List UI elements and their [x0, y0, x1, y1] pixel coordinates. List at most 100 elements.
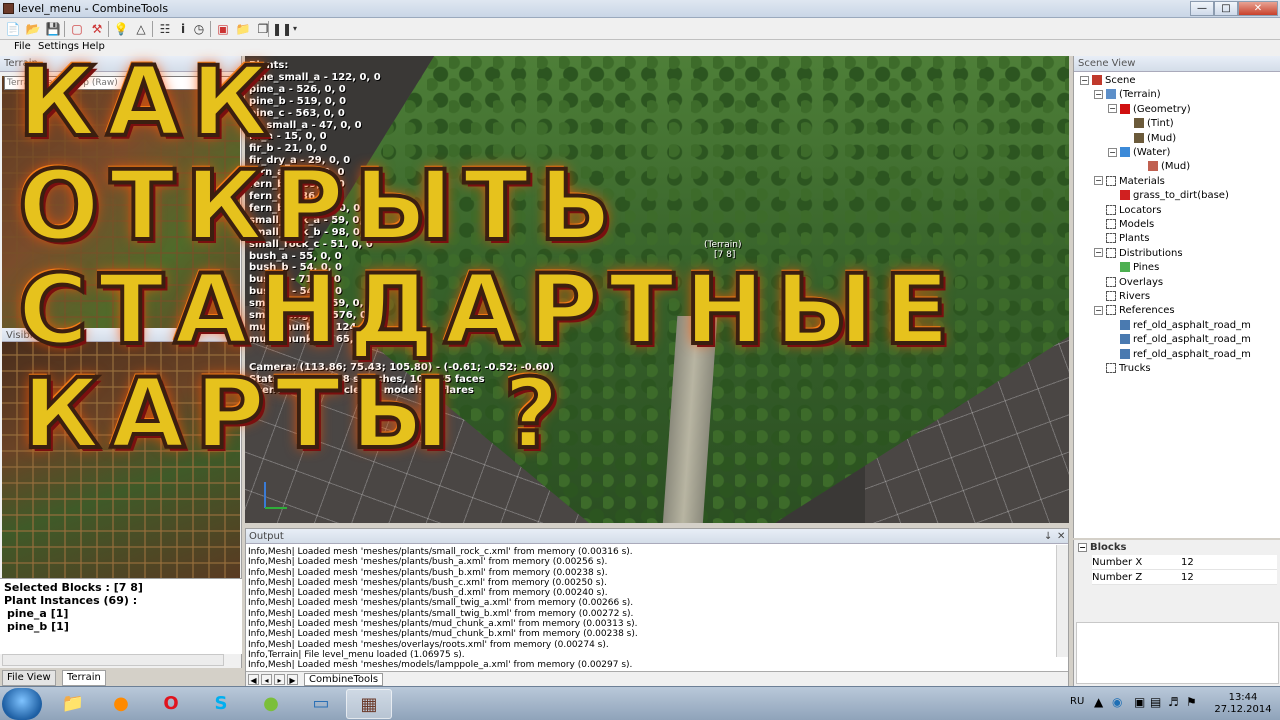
maximize-button[interactable]: □ — [1214, 1, 1238, 16]
folder-icon — [1106, 305, 1116, 316]
opera-icon[interactable]: O — [148, 689, 194, 719]
scene-tree-node[interactable]: Locators — [1094, 204, 1162, 218]
scene-tree-node[interactable]: − (Terrain) — [1094, 88, 1161, 102]
scene-tree-node[interactable]: ref_old_asphalt_road_m — [1108, 348, 1251, 362]
light-bulb-icon[interactable]: 💡 — [112, 20, 130, 38]
scene-tree-node[interactable]: (Mud) — [1122, 132, 1176, 146]
collapse-icon[interactable]: − — [1078, 542, 1087, 552]
scene-tree-node[interactable]: (Tint) — [1122, 117, 1174, 131]
windows-icon[interactable]: ❐ — [254, 20, 272, 38]
prev-tab-icon[interactable]: ◂ — [261, 674, 272, 685]
scene-tree-node[interactable]: Pines — [1108, 261, 1159, 275]
scene-tree-node[interactable]: Overlays — [1094, 276, 1163, 290]
scene-tree-node[interactable]: Models — [1094, 218, 1154, 232]
plant-list-item[interactable]: pine_a [1] — [4, 607, 238, 620]
output-title: Output ↓ ✕ — [246, 529, 1068, 544]
scene-tree-label: Materials — [1119, 175, 1165, 187]
scene-tree-node[interactable]: Trucks — [1094, 362, 1151, 376]
scene-tree-node[interactable]: − References — [1094, 304, 1175, 318]
tab-file-view[interactable]: File View — [2, 670, 56, 686]
output-close-icon[interactable]: ✕ — [1057, 529, 1065, 544]
map-pin-icon[interactable]: ● — [248, 689, 294, 719]
scene-tree-node[interactable]: (Mud) — [1136, 160, 1190, 174]
explorer-icon[interactable]: 📁 — [50, 689, 96, 719]
scene-tree-node[interactable]: − Materials — [1094, 175, 1165, 189]
property-value[interactable]: 12 — [1181, 555, 1194, 570]
last-tab-icon[interactable]: ▶ — [287, 674, 298, 685]
headline-line-1: КАК ОТКРЫТЬ — [16, 46, 623, 262]
scene-icon — [1092, 75, 1102, 85]
scene-tree-node[interactable]: − Distributions — [1094, 247, 1183, 261]
property-value[interactable]: 12 — [1181, 570, 1194, 585]
scene-tree-node[interactable]: − (Water) — [1108, 146, 1170, 160]
open-folder-icon[interactable]: 📂 — [24, 20, 42, 38]
scene-tree-node[interactable]: − (Geometry) — [1108, 103, 1191, 117]
dropdown-arrow-icon[interactable]: ▾ — [286, 20, 304, 38]
flag-icon[interactable]: ⚑ — [1186, 695, 1197, 709]
monitor-icon[interactable]: ▭ — [298, 689, 344, 719]
volume-icon[interactable]: ♬ — [1168, 695, 1179, 709]
tree-expand-icon[interactable]: − — [1094, 305, 1103, 315]
system-clock[interactable]: 13:44 27.12.2014 — [1210, 692, 1276, 716]
globe-icon[interactable]: ◉ — [1112, 695, 1122, 709]
tree-expand-icon[interactable]: − — [1094, 176, 1103, 186]
scene-tree-label: Locators — [1119, 204, 1162, 216]
box-icon[interactable]: ▢ — [68, 20, 86, 38]
toolbar-separator — [152, 21, 153, 37]
pin-icon[interactable]: ↓ — [1044, 529, 1052, 544]
scene-tree-label: (Mud) — [1147, 132, 1177, 144]
tree-expand-icon[interactable]: − — [1108, 104, 1117, 114]
scene-tree-node[interactable]: − Scene — [1080, 74, 1136, 88]
horizontal-scrollbar[interactable] — [2, 654, 224, 666]
window-title: level_menu - CombineTools — [18, 2, 169, 15]
scene-tree-node[interactable]: ref_old_asphalt_road_m — [1108, 319, 1251, 333]
folder-icon — [1106, 363, 1116, 373]
tab-combinetools[interactable]: CombineTools — [304, 673, 384, 686]
tools-icon[interactable]: ⚒ — [88, 20, 106, 38]
camera-icon[interactable]: ▣ — [214, 20, 232, 38]
scene-tree-label: ref_old_asphalt_road_m — [1133, 319, 1251, 331]
geometry-icon — [1120, 103, 1130, 114]
blocks-title: − Blocks — [1078, 542, 1126, 553]
scene-tree-label: Pines — [1133, 262, 1160, 274]
hierarchy-icon[interactable]: ☷ — [156, 20, 174, 38]
tray-icon[interactable]: ▣ — [1134, 695, 1145, 709]
cube-icon[interactable]: △ — [132, 20, 150, 38]
next-tab-icon[interactable]: ▸ — [274, 674, 285, 685]
output-log-line: Info,Mesh| Loaded mesh 'meshes/plants/bu… — [248, 588, 608, 599]
scene-tree-node[interactable]: ref_old_asphalt_road_m — [1108, 333, 1251, 347]
property-row[interactable]: Number X 12 — [1092, 555, 1277, 570]
skype-icon[interactable]: S — [198, 689, 244, 719]
output-vertical-scrollbar[interactable] — [1056, 545, 1068, 657]
scene-tree-label: grass_to_dirt(base) — [1133, 190, 1229, 202]
language-indicator[interactable]: RU — [1070, 696, 1084, 707]
tree-expand-icon[interactable]: − — [1108, 147, 1117, 157]
tree-expand-icon[interactable]: − — [1094, 89, 1103, 99]
tab-terrain[interactable]: Terrain — [62, 670, 106, 686]
toolbar-separator — [268, 21, 269, 37]
firefox-icon[interactable]: ● — [98, 689, 144, 719]
property-row[interactable]: Number Z 12 — [1092, 570, 1277, 585]
scene-tree-label: Models — [1119, 219, 1155, 230]
tree-expand-icon[interactable]: − — [1080, 75, 1089, 85]
network-icon[interactable]: ▤ — [1150, 695, 1161, 709]
window-title-bar[interactable]: level_menu - CombineTools — □ ✕ — [0, 0, 1280, 18]
scene-tree-node[interactable]: Plants — [1094, 232, 1149, 246]
minimize-button[interactable]: — — [1190, 1, 1214, 16]
close-button[interactable]: ✕ — [1238, 1, 1278, 16]
folder-icon[interactable]: 📁 — [234, 20, 252, 38]
texture-icon — [1134, 132, 1144, 143]
scene-tree-node[interactable]: Rivers — [1094, 290, 1150, 304]
save-icon[interactable]: 💾 — [44, 20, 62, 38]
output-panel: Output ↓ ✕ Info,Mesh| Loaded mesh 'meshe… — [245, 528, 1069, 687]
plant-list-item[interactable]: pine_b [1] — [4, 620, 238, 633]
axis-gizmo-icon — [264, 482, 287, 509]
scene-tree-node[interactable]: grass_to_dirt(base) — [1108, 189, 1229, 203]
first-tab-icon[interactable]: ◀ — [248, 674, 259, 685]
start-button[interactable] — [2, 688, 42, 720]
tree-expand-icon[interactable]: − — [1094, 248, 1103, 258]
tray-arrow-icon[interactable]: ▲ — [1094, 695, 1103, 709]
clock-icon[interactable]: ◷ — [190, 20, 208, 38]
combinetools-icon[interactable]: ▦ — [346, 689, 392, 719]
new-file-icon[interactable]: 📄 — [4, 20, 22, 38]
